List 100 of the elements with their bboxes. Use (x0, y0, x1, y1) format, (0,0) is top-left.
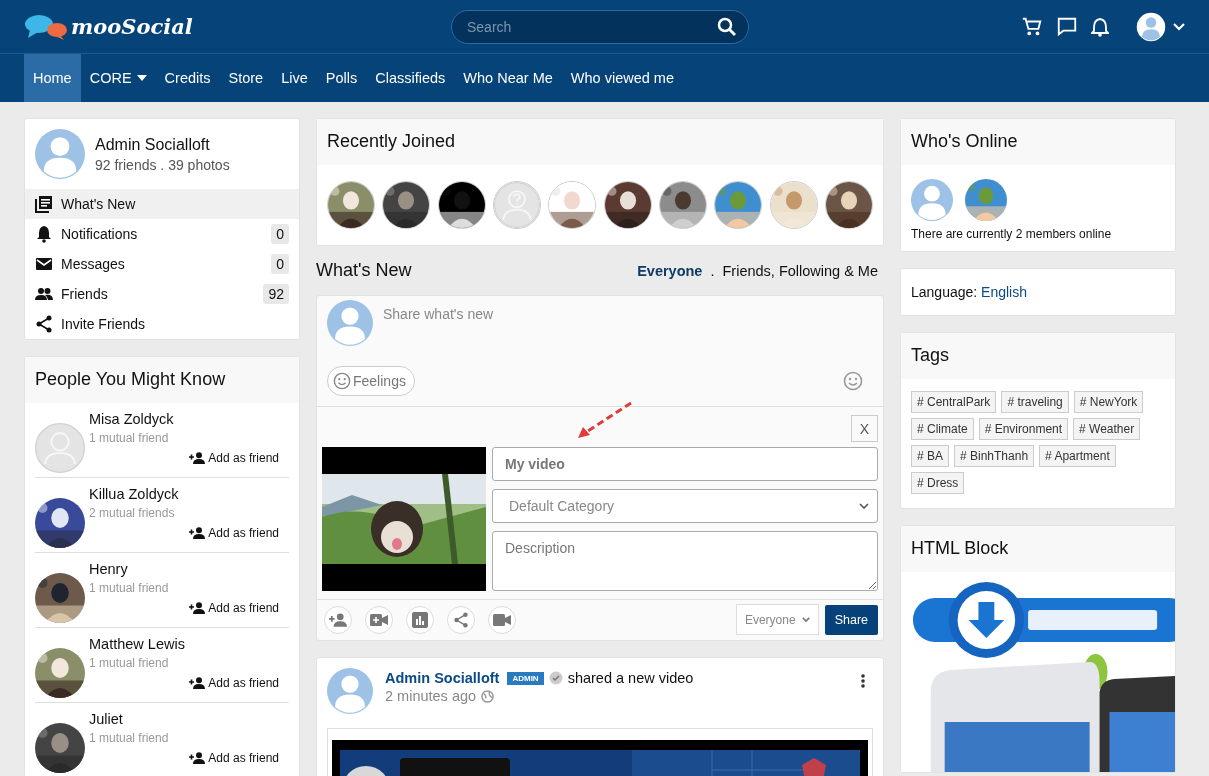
profile-name[interactable]: Admin Socialloft (95, 135, 230, 154)
mutual-friends: 2 mutual friends (89, 506, 176, 520)
avatar-icon (493, 181, 541, 229)
add-friend-link[interactable]: Add as friend (89, 676, 279, 690)
add-friend-link[interactable]: Add as friend (89, 526, 279, 540)
add-user-icon (189, 452, 206, 464)
search-icon[interactable] (717, 16, 737, 37)
person-name[interactable]: Matthew Lewis (89, 636, 279, 652)
search-field[interactable]: Search (451, 9, 749, 44)
nav-link[interactable]: Store (219, 54, 273, 102)
admin-badge: ADMIN (507, 671, 544, 685)
author-link[interactable]: Admin Socialloft (385, 670, 500, 686)
tag[interactable]: # Dress (911, 472, 965, 494)
filter-link[interactable]: Friends, Following & Me (722, 262, 878, 279)
person-name[interactable]: Killua Zoldyck (89, 486, 279, 502)
share-icon (35, 315, 53, 333)
section-title: What's New (316, 260, 412, 281)
mutual-friends: 1 mutual friend (89, 431, 170, 445)
chat-icon[interactable] (1056, 15, 1078, 38)
count-badge: 92 (263, 284, 289, 304)
share-button[interactable] (447, 605, 475, 634)
privacy-select[interactable]: Everyone (735, 604, 819, 635)
language-link[interactable]: English (981, 284, 1027, 300)
tag[interactable]: # CentralPark (911, 391, 997, 413)
add-video-button[interactable] (365, 605, 393, 634)
chevron-down-icon (801, 617, 810, 622)
add-friend-link[interactable]: Add as friend (89, 601, 279, 615)
share-post-button[interactable]: Share (824, 604, 878, 635)
post-action: shared a new video (567, 670, 694, 686)
nav-link[interactable]: Polls (316, 54, 367, 102)
avatar-icon (911, 179, 953, 221)
bar-chart-icon (412, 611, 428, 628)
people-icon (35, 285, 53, 303)
filter-link[interactable]: Everyone (637, 262, 703, 279)
video-camera-button[interactable] (488, 605, 516, 634)
add-friend-link[interactable]: Add as friend (89, 751, 279, 765)
nav-link[interactable]: Who viewed me (561, 54, 683, 102)
avatar-icon (35, 423, 85, 473)
status-field[interactable]: Share what's new (383, 300, 873, 360)
newspaper-icon (35, 195, 53, 213)
nav-link[interactable]: Classifieds (366, 54, 455, 102)
more-icon[interactable] (861, 674, 865, 688)
card-title: Tags (901, 333, 1175, 379)
mutual-friends: 1 mutual friend (89, 581, 170, 595)
avatar-icon (327, 300, 373, 346)
menu-item[interactable]: Friends 92 (25, 279, 299, 309)
add-user-icon (189, 527, 206, 539)
add-user-icon (189, 752, 206, 764)
tag[interactable]: # traveling (1001, 391, 1069, 413)
avatar-icon (327, 668, 373, 714)
tag[interactable]: # NewYork (1073, 391, 1144, 413)
nav-link[interactable]: Home (24, 54, 81, 102)
nav-link[interactable]: Live (272, 54, 317, 102)
profile-stats: 92 friends . 39 photos (95, 156, 230, 173)
video-camera-icon (493, 613, 511, 626)
emoji-icon[interactable] (843, 371, 863, 391)
description-field[interactable]: Description (492, 531, 878, 591)
chat-bubbles-icon (24, 13, 68, 40)
close-button[interactable]: X (851, 415, 878, 442)
envelope-icon (35, 255, 53, 273)
person-name[interactable]: Henry (89, 561, 279, 577)
poll-button[interactable] (406, 605, 434, 634)
nav-link[interactable]: CORE (80, 54, 156, 102)
card-title: People You Might Know (25, 357, 299, 403)
category-select[interactable]: Default Category (492, 489, 878, 523)
tag[interactable]: # BinhThanh (954, 445, 1035, 467)
add-user-icon (189, 602, 206, 614)
separator: . (710, 262, 715, 279)
post-time[interactable]: 2 minutes ago (385, 688, 477, 704)
user-avatar-icon[interactable] (1136, 11, 1166, 42)
bell-icon (35, 225, 53, 243)
share-icon (453, 610, 469, 629)
menu-item[interactable]: Invite Friends (25, 309, 299, 339)
person-name[interactable]: Juliet (89, 711, 279, 727)
nav-link[interactable]: Credits (155, 54, 220, 102)
bell-icon[interactable] (1091, 16, 1109, 37)
card-title: Recently Joined (317, 119, 883, 165)
count-badge: 0 (271, 224, 289, 244)
online-count: There are currently 2 members online (911, 227, 1113, 241)
logo-text[interactable]: mooSocial (71, 14, 193, 39)
tag-friends-button[interactable] (324, 605, 352, 634)
caret-icon[interactable] (1173, 22, 1185, 31)
menu-item[interactable]: What's New (25, 189, 299, 219)
nav-link[interactable]: Who Near Me (454, 54, 562, 102)
tag[interactable]: # Climate (911, 418, 974, 440)
tag[interactable]: # Weather (1073, 418, 1141, 440)
add-friend-link[interactable]: Add as friend (89, 451, 279, 465)
title-field[interactable]: My video (492, 447, 878, 481)
card-title: Who's Online (901, 119, 1175, 165)
tag[interactable]: # Apartment (1039, 445, 1116, 467)
menu-item[interactable]: Notifications 0 (25, 219, 299, 249)
tag[interactable]: # Environment (978, 418, 1069, 440)
mutual-friends: 1 mutual friend (89, 731, 170, 745)
menu-item[interactable]: Messages 0 (25, 249, 299, 279)
card-title: HTML Block (901, 526, 1175, 572)
tag[interactable]: # BA (911, 445, 949, 467)
cart-icon[interactable] (1021, 15, 1043, 38)
person-name[interactable]: Misa Zoldyck (89, 411, 279, 427)
add-user-icon (329, 612, 347, 627)
feelings-button[interactable]: Feelings (327, 366, 415, 396)
